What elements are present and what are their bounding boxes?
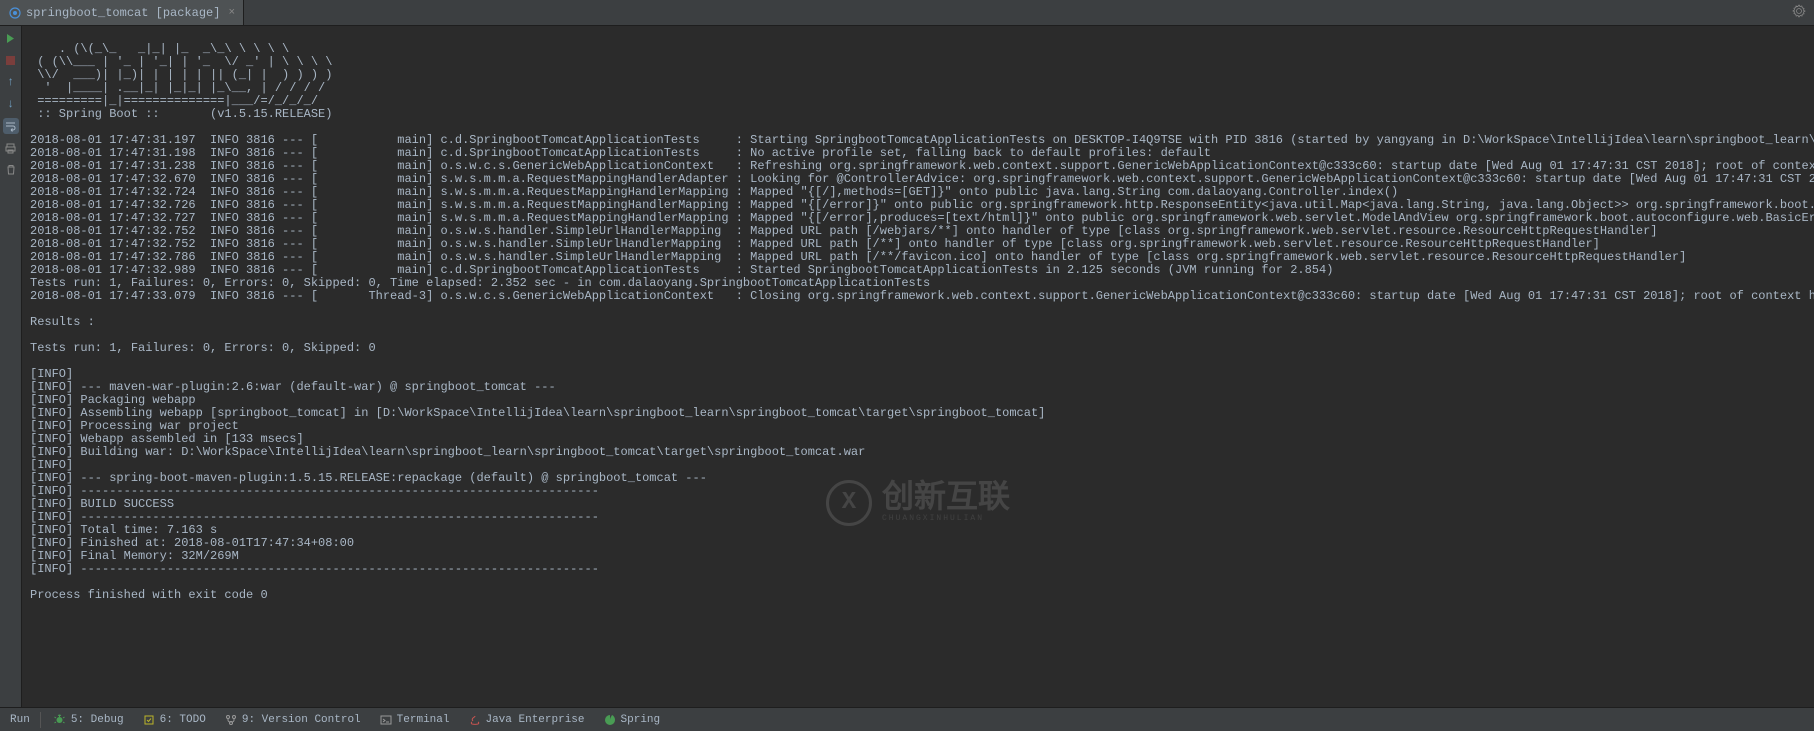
- tab-run-config[interactable]: springboot_tomcat [package] ×: [0, 0, 244, 25]
- trash-icon[interactable]: [3, 162, 19, 178]
- bottom-terminal[interactable]: Terminal: [373, 711, 456, 729]
- bottom-run[interactable]: Run: [4, 712, 41, 728]
- bottom-version-control[interactable]: 9: Version Control: [218, 711, 367, 729]
- stop-icon[interactable]: [3, 52, 19, 68]
- rerun-icon[interactable]: [3, 30, 19, 46]
- bottom-java-label: Java Enterprise: [485, 714, 584, 726]
- bottom-run-label: Run: [10, 714, 30, 726]
- bottom-toolbar: Run 5: Debug 6: TODO 9: Version Control …: [0, 707, 1814, 731]
- bottom-todo-label: 6: TODO: [160, 714, 206, 726]
- bottom-spring[interactable]: Spring: [597, 711, 667, 729]
- terminal-icon: [379, 713, 393, 727]
- bottom-terminal-label: Terminal: [397, 714, 450, 726]
- spring-icon: [603, 713, 617, 727]
- bottom-java-enterprise[interactable]: Java Enterprise: [461, 711, 590, 729]
- bottom-vcs-label: 9: Version Control: [242, 714, 361, 726]
- java-icon: [467, 713, 481, 727]
- gutter-toolbar: ↑ ↓: [0, 26, 22, 707]
- console-text: . (\(_\_ _|_| |_ _\_\ \ \ \ \ ( (\\___ |…: [30, 42, 1814, 602]
- close-icon[interactable]: ×: [228, 7, 235, 19]
- bottom-spring-label: Spring: [621, 714, 661, 726]
- print-icon[interactable]: [3, 140, 19, 156]
- branch-icon: [224, 713, 238, 727]
- tab-label: springboot_tomcat [package]: [26, 6, 220, 20]
- console-output[interactable]: X 创新互联 CHUANGXINHULIAN . (\(_\_ _|_| |_ …: [22, 26, 1814, 707]
- arrow-down-icon[interactable]: ↓: [3, 96, 19, 112]
- gear-icon[interactable]: [1792, 4, 1806, 22]
- bottom-todo[interactable]: 6: TODO: [136, 711, 212, 729]
- todo-icon: [142, 713, 156, 727]
- bug-icon: [53, 713, 67, 727]
- config-icon: [8, 6, 22, 20]
- tab-bar: springboot_tomcat [package] ×: [0, 0, 1814, 26]
- watermark: X 创新互联 CHUANGXINHULIAN: [826, 480, 1010, 526]
- arrow-up-icon[interactable]: ↑: [3, 74, 19, 90]
- bottom-debug[interactable]: 5: Debug: [47, 711, 130, 729]
- soft-wrap-icon[interactable]: [3, 118, 19, 134]
- bottom-debug-label: 5: Debug: [71, 714, 124, 726]
- watermark-sub: CHUANGXINHULIAN: [882, 515, 1010, 523]
- watermark-main: 创新互联: [882, 483, 1010, 515]
- main-container: ↑ ↓ X 创新互联 CHUANGXINHULIAN . (\(_\_ _|_|…: [0, 26, 1814, 707]
